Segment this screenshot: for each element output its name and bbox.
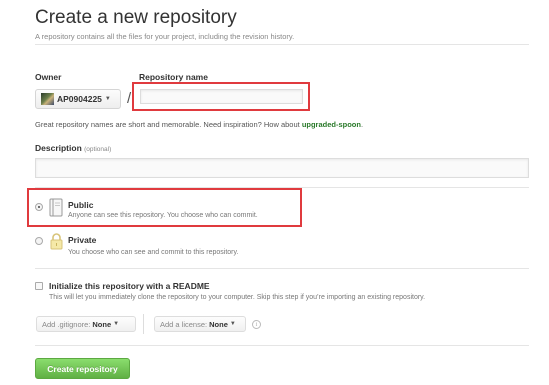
- description-label-text: Description: [35, 143, 82, 153]
- public-radio[interactable]: [35, 203, 43, 211]
- readme-title: Initialize this repository with a README: [49, 281, 210, 291]
- create-repository-button[interactable]: Create repository: [35, 358, 130, 379]
- private-radio[interactable]: [35, 237, 43, 245]
- license-select[interactable]: Add a license: None ▼: [154, 316, 246, 332]
- owner-label: Owner: [35, 72, 62, 82]
- info-icon[interactable]: i: [252, 320, 261, 329]
- lock-icon: [50, 233, 63, 250]
- divider: [35, 44, 529, 45]
- gitignore-value: None: [92, 319, 112, 329]
- description-input[interactable]: [35, 158, 529, 178]
- divider: [35, 345, 529, 346]
- owner-avatar: [41, 93, 54, 105]
- owner-repo-separator: /: [127, 90, 132, 107]
- divider: [143, 314, 144, 334]
- license-label: Add a license:: [160, 319, 208, 329]
- private-title: Private: [68, 235, 97, 245]
- page-subtitle: A repository contains all the files for …: [35, 32, 295, 41]
- page-title: Create a new repository: [35, 7, 237, 28]
- public-title: Public: [68, 200, 94, 210]
- chevron-down-icon: ▼: [104, 96, 111, 102]
- repository-name-label: Repository name: [139, 72, 208, 82]
- gitignore-label: Add .gitignore:: [42, 319, 91, 329]
- book-icon: [49, 198, 63, 217]
- chevron-down-icon: ▼: [229, 321, 236, 327]
- description-label: Description (optional): [35, 143, 111, 153]
- license-value: None: [209, 319, 228, 329]
- readme-checkbox[interactable]: [35, 282, 43, 290]
- repository-name-input[interactable]: [140, 89, 303, 104]
- gitignore-select[interactable]: Add .gitignore: None ▼: [36, 316, 136, 332]
- private-description: You choose who can see and commit to thi…: [68, 249, 239, 256]
- divider: [35, 268, 529, 269]
- name-suggestion-link[interactable]: upgraded-spoon: [302, 120, 361, 129]
- optional-hint: (optional): [84, 146, 112, 153]
- chevron-down-icon: ▼: [113, 321, 120, 327]
- name-hint-text: Great repository names are short and mem…: [35, 120, 302, 129]
- readme-description: This will let you immediately clone the …: [49, 294, 426, 301]
- owner-select[interactable]: AP0904225 ▼: [35, 89, 121, 109]
- owner-name: AP0904225: [57, 94, 102, 104]
- public-description: Anyone can see this repository. You choo…: [68, 212, 258, 219]
- name-hint: Great repository names are short and mem…: [35, 120, 363, 129]
- repository-name-highlight: [132, 82, 310, 111]
- name-hint-suffix: .: [360, 120, 364, 129]
